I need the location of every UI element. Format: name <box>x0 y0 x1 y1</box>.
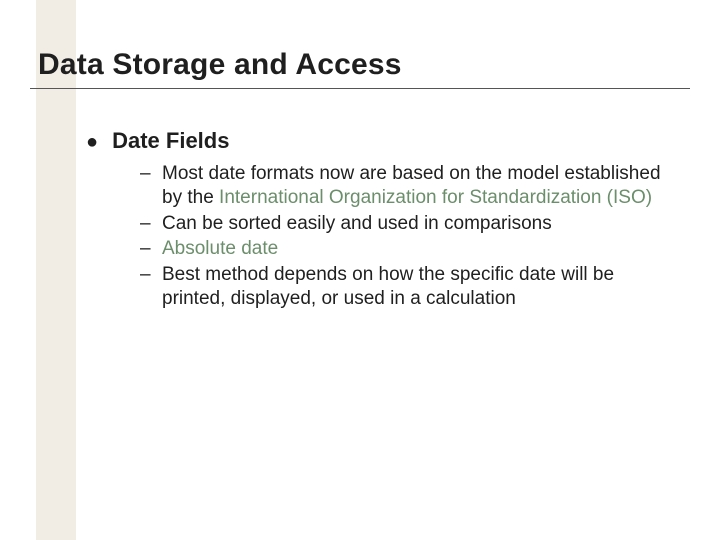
bullet-label: Date Fields <box>112 128 229 154</box>
sub-item-text: Can be sorted easily and used in compari… <box>162 212 670 236</box>
text-run: Can be sorted easily and used in compari… <box>162 213 552 234</box>
slide-title: Data Storage and Access <box>38 48 402 82</box>
dash-icon: – <box>140 237 162 261</box>
bullet-marker-icon: ● <box>86 131 98 153</box>
list-item: – Can be sorted easily and used in compa… <box>140 212 670 236</box>
dash-icon: – <box>140 212 162 236</box>
list-item: – Best method depends on how the specifi… <box>140 263 670 311</box>
sub-bullet-list: – Most date formats now are based on the… <box>140 162 670 313</box>
sub-item-text: Most date formats now are based on the m… <box>162 162 670 210</box>
sub-item-text: Best method depends on how the specific … <box>162 263 670 311</box>
key-term: Absolute date <box>162 238 278 259</box>
dash-icon: – <box>140 263 162 311</box>
dash-icon: – <box>140 162 162 210</box>
bullet-level-1: ● Date Fields <box>86 128 229 154</box>
sub-item-text: Absolute date <box>162 237 670 261</box>
title-underline <box>30 88 690 89</box>
list-item: – Absolute date <box>140 237 670 261</box>
text-run: Best method depends on how the specific … <box>162 264 614 309</box>
key-term: International Organization for Standardi… <box>219 187 652 208</box>
list-item: – Most date formats now are based on the… <box>140 162 670 210</box>
